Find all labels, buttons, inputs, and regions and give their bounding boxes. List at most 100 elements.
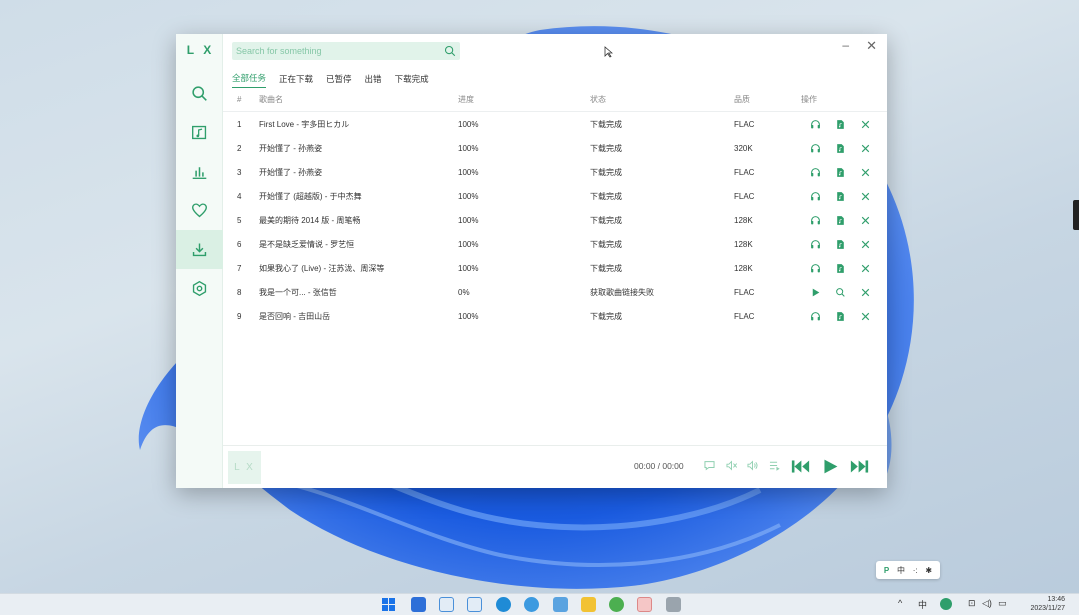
headphones-icon — [811, 311, 820, 320]
row-num: 5 — [237, 215, 242, 225]
row-num: 4 — [237, 191, 242, 201]
row-quality: 128K — [734, 263, 753, 273]
remove-button[interactable] — [853, 213, 878, 227]
ime-lang[interactable]: 中 — [897, 565, 905, 576]
tab-error[interactable]: 出错 — [365, 73, 382, 88]
search-icon[interactable] — [444, 45, 456, 57]
lx-music-taskbar-icon[interactable] — [637, 597, 652, 612]
chrome-icon[interactable] — [609, 597, 624, 612]
start-button[interactable] — [381, 597, 396, 612]
listen-button[interactable] — [803, 189, 828, 203]
tray-clock[interactable]: 13:46 2023/11/27 — [1030, 595, 1065, 613]
ime-punct[interactable]: ·: — [913, 566, 918, 575]
tab-all[interactable]: 全部任务 — [232, 72, 267, 88]
open-file-button[interactable] — [828, 165, 853, 179]
search-button[interactable] — [828, 285, 853, 299]
toggle-lyric-button[interactable] — [725, 459, 738, 472]
album-cover[interactable]: L X — [228, 451, 261, 484]
app-logo: L X — [186, 43, 215, 57]
remove-button[interactable] — [853, 237, 878, 251]
table-row[interactable]: 1 First Love - 宇多田ヒカル 100% 下载完成 FLAC — [223, 112, 887, 136]
listen-button[interactable] — [803, 309, 828, 323]
chrome-like-icon[interactable] — [524, 597, 539, 612]
tray-battery-icon[interactable]: ▭ — [998, 598, 1007, 609]
skip-next-icon — [850, 460, 869, 473]
sidebar-item-songlist[interactable] — [176, 113, 223, 152]
open-file-button[interactable] — [828, 117, 853, 131]
listen-button[interactable] — [803, 141, 828, 155]
table-row[interactable]: 7 如果我心了 (Live) - 汪苏泷、周深等 100% 下载完成 128K — [223, 256, 887, 280]
minimize-button[interactable]: – — [842, 38, 849, 52]
tray-lx-icon[interactable] — [940, 598, 952, 610]
ime-logo[interactable]: P — [884, 566, 889, 575]
close-icon — [861, 168, 870, 176]
tray-volume-icon[interactable]: ◁) — [982, 598, 992, 609]
download-tabs: 全部任务 正在下载 已暂停 出错 下载完成 — [223, 68, 887, 88]
row-actions — [803, 309, 878, 323]
tab-downloading[interactable]: 正在下载 — [279, 73, 313, 88]
sidebar-item-search[interactable] — [176, 74, 223, 113]
next-button[interactable] — [850, 458, 869, 475]
prev-button[interactable] — [791, 458, 810, 475]
taskbar-app-mail[interactable] — [553, 597, 568, 612]
ime-settings[interactable]: ✱ — [925, 566, 932, 575]
remove-button[interactable] — [853, 117, 878, 131]
listen-button[interactable] — [803, 261, 828, 275]
table-row[interactable]: 5 最美的期待 2014 版 - 周笔畅 100% 下载完成 128K — [223, 208, 887, 232]
sidebar-item-leaderboard[interactable] — [176, 152, 223, 191]
open-file-button[interactable] — [828, 141, 853, 155]
open-file-button[interactable] — [828, 213, 853, 227]
open-file-button[interactable] — [828, 261, 853, 275]
tray-ime-lang[interactable]: 中 — [918, 598, 927, 611]
play-button[interactable] — [821, 458, 840, 475]
remove-button[interactable] — [853, 189, 878, 203]
listen-button[interactable] — [803, 237, 828, 251]
row-progress: 100% — [458, 311, 479, 321]
open-file-button[interactable] — [828, 237, 853, 251]
ime-toolbar[interactable]: P 中 ·: ✱ — [876, 561, 940, 579]
file-explorer-icon[interactable] — [581, 597, 596, 612]
remove-button[interactable] — [853, 285, 878, 299]
table-row[interactable]: 6 是不是缺乏爱情说 - 罗艺恒 100% 下载完成 128K — [223, 232, 887, 256]
close-icon — [861, 144, 870, 152]
taskbar-app-cloud[interactable] — [439, 597, 454, 612]
tray-chevron-icon[interactable]: ^ — [898, 598, 902, 608]
row-status: 下载完成 — [590, 311, 622, 321]
edge-browser-icon[interactable] — [496, 597, 511, 612]
sidebar-item-favorites[interactable] — [176, 191, 223, 230]
playlist-button[interactable] — [768, 459, 781, 472]
table-row[interactable]: 3 开始懂了 - 孙燕姿 100% 下载完成 FLAC — [223, 160, 887, 184]
listen-button[interactable] — [803, 117, 828, 131]
open-file-button[interactable] — [828, 309, 853, 323]
comment-button[interactable] — [703, 459, 716, 472]
table-row[interactable]: 4 开始懂了 (超越版) - 于中杰舞 100% 下载完成 FLAC — [223, 184, 887, 208]
tray-network-icon[interactable]: ⊡ — [968, 598, 976, 609]
table-row[interactable]: 2 开始懂了 - 孙燕姿 100% 下载完成 320K — [223, 136, 887, 160]
table-row[interactable]: 8 我是一个可... - 张信哲 0% 获取歌曲链接失败 FLAC — [223, 280, 887, 304]
remove-button[interactable] — [853, 141, 878, 155]
clock-date: 2023/11/27 — [1030, 605, 1065, 612]
listen-button[interactable] — [803, 165, 828, 179]
playlist-icon — [769, 461, 780, 471]
sidebar-item-settings[interactable] — [176, 269, 223, 308]
remove-button[interactable] — [853, 165, 878, 179]
tab-paused[interactable]: 已暂停 — [326, 73, 352, 88]
volume-button[interactable] — [746, 459, 759, 472]
table-row[interactable]: 9 是否回响 - 吉田山岳 100% 下载完成 FLAC — [223, 304, 887, 328]
tab-completed[interactable]: 下载完成 — [395, 73, 429, 88]
row-status: 下载完成 — [590, 263, 622, 273]
listen-button[interactable] — [803, 213, 828, 227]
open-file-button[interactable] — [828, 189, 853, 203]
edge-handle[interactable] — [1073, 200, 1079, 230]
remove-button[interactable] — [853, 309, 878, 323]
start-button[interactable] — [803, 285, 828, 299]
taskbar-app-terminal[interactable] — [666, 597, 681, 612]
sidebar-item-download[interactable] — [176, 230, 223, 269]
search-input[interactable] — [232, 46, 437, 56]
header-num: # — [237, 95, 242, 104]
taskbar: ^ 中 ⊡ ◁) ▭ 13:46 2023/11/27 — [0, 593, 1079, 615]
close-button[interactable]: ✕ — [866, 38, 877, 54]
taskbar-app-1[interactable] — [411, 597, 426, 612]
remove-button[interactable] — [853, 261, 878, 275]
taskbar-app-cloud-2[interactable] — [467, 597, 482, 612]
